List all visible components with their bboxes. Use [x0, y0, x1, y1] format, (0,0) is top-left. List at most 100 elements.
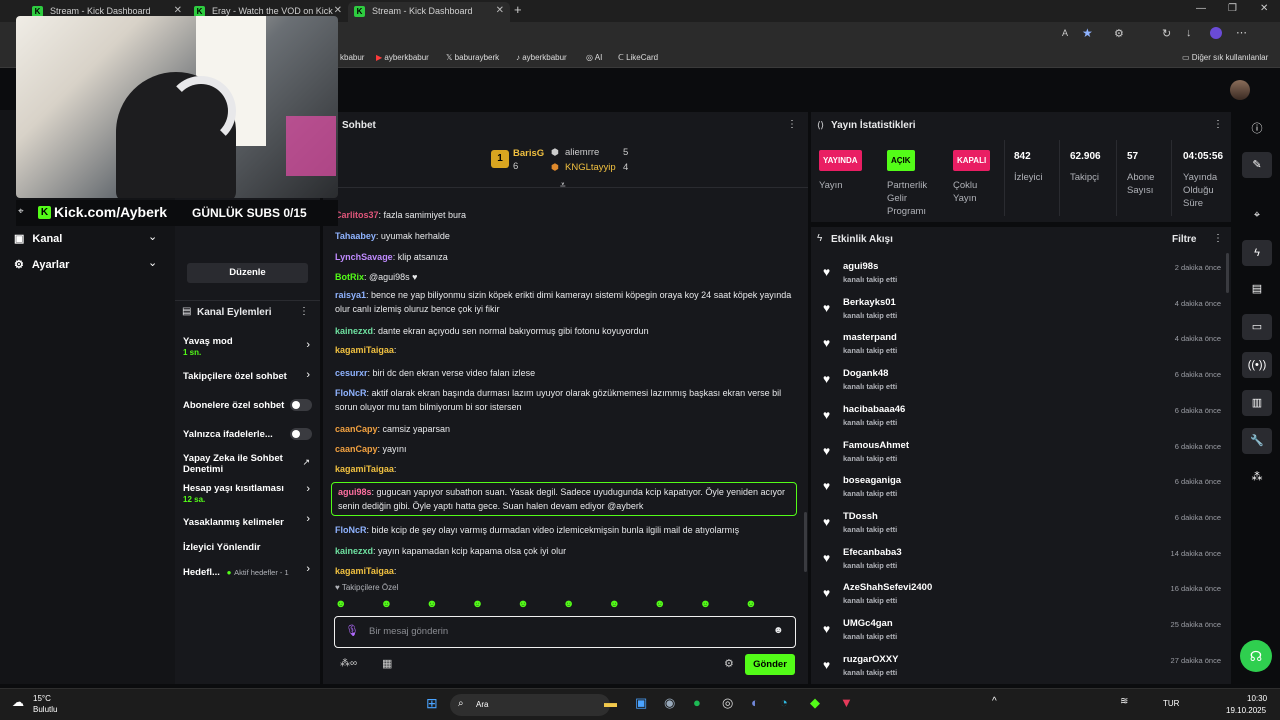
activity-item[interactable]: ♥ Berkayks01 kanalı takip etti 4 dakika önc… — [821, 297, 1221, 331]
chat-username[interactable]: LynchSavage — [335, 252, 393, 262]
file-explorer-icon[interactable]: ▬ — [604, 695, 617, 710]
chat-username[interactable]: kagamiTaigaa — [335, 345, 394, 355]
chat-username[interactable]: kainezxd — [335, 546, 373, 556]
chat-username[interactable]: kagamiTaigaa — [335, 464, 394, 474]
leader-name[interactable]: aliemrre — [565, 147, 599, 158]
subscribers-only-toggle[interactable] — [290, 399, 312, 411]
chevron-right-icon[interactable]: › — [306, 483, 310, 495]
profile-icon[interactable] — [1210, 27, 1222, 39]
new-tab-icon[interactable]: + — [514, 2, 522, 17]
clock-date[interactable]: 19.10.2025 — [1226, 706, 1266, 715]
bookmark[interactable]: ♪ ayberkbabur — [516, 53, 567, 62]
app-icon[interactable]: ◆ — [810, 695, 820, 711]
chat-message[interactable]: caanCapy: camsiz yaparsan — [335, 422, 795, 436]
share-icon[interactable]: ⁂ — [1242, 464, 1272, 490]
taskbar-search[interactable]: ⌕ Ara — [450, 694, 610, 716]
kebab-menu-icon[interactable]: ⋮ — [1213, 119, 1223, 130]
action-goals[interactable]: Hedefl... ● Aktif hedefler - 1 — [183, 567, 313, 578]
activity-item[interactable]: ♥ hacibabaaa46 kanalı takip etti 6 dakika ö… — [821, 404, 1221, 438]
chat-username[interactable]: kagamiTaigaa — [335, 566, 394, 576]
external-link-icon[interactable]: ↗ — [302, 457, 310, 468]
other-bookmarks[interactable]: ▭ Diğer sık kullanılanlar — [1182, 53, 1268, 62]
activity-item[interactable]: ♥ FamousAhmet kanalı takip etti 6 dakika ön… — [821, 440, 1221, 474]
action-followers-only[interactable]: Takipçilere özel sohbet — [183, 371, 313, 382]
activity-username[interactable]: boseaganiga — [843, 475, 901, 486]
chat-input[interactable]: Bir mesaj gönderin — [369, 626, 448, 637]
activity-username[interactable]: UMGc4gan — [843, 618, 893, 629]
chat-message[interactable]: kagamiTaigaa: — [335, 462, 795, 476]
chat-message[interactable]: FloNcR: aktif olarak ekran başında durma… — [335, 386, 795, 414]
restore-icon[interactable]: ❐ — [1228, 3, 1237, 14]
layout-icon[interactable]: ▥ — [1242, 390, 1272, 416]
leaderboard-toggle-icon[interactable]: ⩡ — [560, 180, 566, 191]
chevron-down-icon[interactable]: ⌄ — [148, 256, 157, 269]
language-indicator[interactable]: TUR — [1163, 699, 1179, 708]
chat-input-box[interactable]: 🎙 Bir mesaj gönderin ☻ — [334, 616, 796, 648]
extensions-icon[interactable]: ⚙ — [1114, 27, 1124, 40]
activity-item[interactable]: ♥ Dogank48 kanalı takip etti 6 dakika önce — [821, 368, 1221, 402]
support-icon[interactable]: ☊ — [1240, 640, 1272, 672]
chat-settings-icon[interactable]: ⚙ — [724, 657, 734, 670]
action-account-age[interactable]: Hesap yaşı kısıtlaması 12 sa. — [183, 483, 313, 505]
kebab-menu-icon[interactable]: ⋮ — [299, 306, 309, 317]
history-icon[interactable]: ↻ — [1162, 27, 1171, 40]
chevron-down-icon[interactable]: ⌄ — [148, 230, 157, 243]
screenshot-icon[interactable]: ⌖ — [1242, 202, 1272, 228]
nav-item-kanal[interactable]: ▣ Kanal — [14, 232, 62, 245]
notes-icon[interactable]: ▤ — [1242, 276, 1272, 302]
chat-message[interactable]: cesurxr: biri dc den ekran verse video f… — [335, 366, 795, 380]
chat-message[interactable]: FloNcR: bide kcip de şey olayı varmış du… — [335, 523, 795, 537]
activity-username[interactable]: hacibabaaa46 — [843, 404, 905, 415]
close-window-icon[interactable]: ✕ — [1260, 3, 1268, 14]
nav-item-ayarlar[interactable]: ⚙ Ayarlar — [14, 258, 69, 271]
wrench-icon[interactable]: 🔧 — [1242, 428, 1272, 454]
tray-chevron-icon[interactable]: ^ — [992, 696, 997, 707]
chat-message[interactable]: kainezxd: dante ekran açıyodu sen normal… — [335, 324, 795, 338]
chat-username[interactable]: cesurxr — [335, 368, 368, 378]
chat-message[interactable]: kagamiTaigaa: — [335, 343, 795, 357]
obs-icon[interactable]: ◎ — [722, 695, 733, 711]
activity-item[interactable]: ♥ UMGc4gan kanalı takip etti 25 dakika önce — [821, 618, 1221, 652]
chat-message[interactable]: kagamiTaigaa: — [335, 564, 795, 578]
chat-message[interactable]: Carlitos37: fazla samimiyet bura — [335, 208, 795, 222]
chevron-right-icon[interactable]: › — [306, 339, 310, 351]
bookmark[interactable]: kbabur — [340, 53, 364, 62]
chat-icon[interactable]: ▭ — [1242, 314, 1272, 340]
activity-item[interactable]: ♥ masterpand kanalı takip etti 4 dakika önc… — [821, 332, 1221, 366]
bookmark[interactable]: 𝕏 baburayberk — [446, 53, 499, 62]
kebab-menu-icon[interactable]: ⋮ — [787, 119, 797, 130]
chat-message-highlighted[interactable]: agui98s: gugucan yapıyor subathon suan. … — [331, 482, 797, 516]
activity-username[interactable]: Berkayks01 — [843, 297, 896, 308]
activity-item[interactable]: ♥ boseaganiga kanalı takip etti 6 dakika ön… — [821, 475, 1221, 509]
chat-message[interactable]: caanCapy: yayını — [335, 442, 795, 456]
chat-username[interactable]: raisya1 — [335, 290, 366, 300]
filter-button[interactable]: Filtre — [1172, 234, 1196, 245]
bookmark[interactable]: ◎ AI — [586, 53, 602, 62]
favorite-star-icon[interactable]: ★ — [1082, 26, 1093, 40]
activity-username[interactable]: Efecanbaba3 — [843, 547, 902, 558]
activity-username[interactable]: Dogank48 — [843, 368, 888, 379]
clock-time[interactable]: 10:30 — [1247, 694, 1267, 703]
activity-item[interactable]: ♥ Efecanbaba3 kanalı takip etti 14 dakika ö… — [821, 547, 1221, 581]
chevron-right-icon[interactable]: › — [306, 369, 310, 381]
chat-username[interactable]: BotRix — [335, 272, 364, 282]
chat-username[interactable]: Tahaabey — [335, 231, 376, 241]
scrollbar[interactable] — [804, 512, 807, 572]
emotes-only-toggle[interactable] — [290, 428, 312, 440]
send-button[interactable]: Gönder — [745, 654, 795, 675]
edit-icon[interactable]: ✎ — [1242, 152, 1272, 178]
emoji-icon[interactable]: ☻ — [773, 625, 784, 636]
discord-icon[interactable]: ◐ — [751, 695, 759, 710]
activity-username[interactable]: masterpand — [843, 332, 897, 343]
wifi-icon[interactable]: ≋ — [1120, 696, 1128, 707]
photos-icon[interactable]: ▣ — [635, 695, 647, 711]
action-slow-mode[interactable]: Yavaş mod 1 sn. — [183, 336, 313, 358]
chat-message[interactable]: raisya1: bence ne yap biliyonmu sizin kö… — [335, 288, 795, 316]
chat-message[interactable]: Tahaabey: uyumak herhalde — [335, 229, 795, 243]
activity-username[interactable]: TDossh — [843, 511, 878, 522]
chat-username[interactable]: Carlitos37 — [335, 210, 379, 220]
bookmark[interactable]: ᑕ LikeCard — [618, 53, 658, 62]
edit-button[interactable]: Düzenle — [187, 263, 308, 283]
kebab-menu-icon[interactable]: ⋮ — [1213, 233, 1223, 244]
weather-icon[interactable]: ☁ — [12, 695, 24, 709]
